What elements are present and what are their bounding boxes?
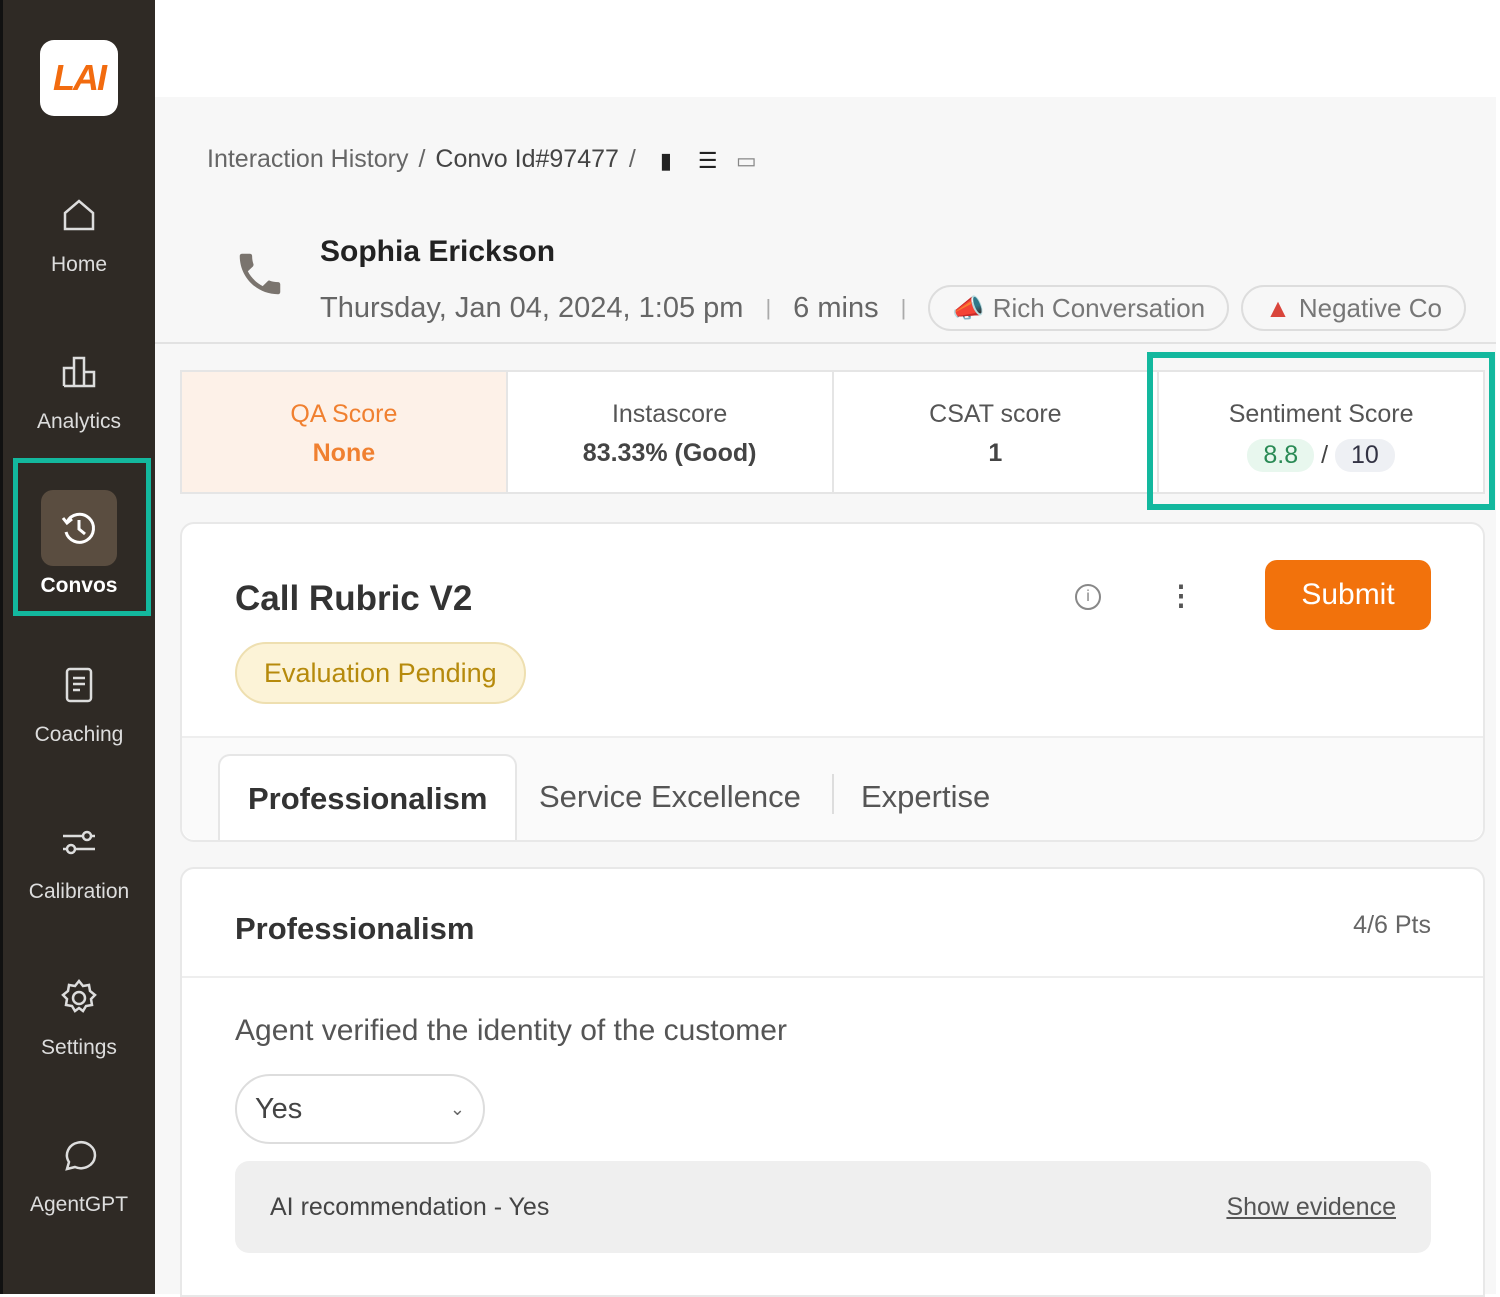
divider	[832, 774, 834, 814]
file-icon[interactable]: ▮	[660, 148, 682, 173]
csat-score-label: CSAT score	[929, 400, 1062, 428]
answer-select[interactable]: Yes ⌄	[235, 1074, 485, 1144]
phone-icon	[239, 253, 281, 295]
home-icon	[63, 199, 95, 231]
qa-score-value: None	[312, 439, 376, 467]
info-icon[interactable]: i	[1075, 584, 1101, 610]
rubric-card: Call Rubric V2 Evaluation Pending i ⋮ Su…	[180, 522, 1485, 842]
conversation-meta: Thursday, Jan 04, 2024, 1:05 pm | 6 mins…	[320, 285, 1478, 331]
tag-negative[interactable]: ▲ Negative Co	[1241, 285, 1466, 331]
breadcrumb-convo-id: Convo Id#97477	[435, 145, 619, 173]
tag-label: Negative Co	[1298, 292, 1442, 323]
gear-icon	[61, 978, 97, 1013]
instascore-label: Instascore	[611, 400, 728, 428]
submit-button[interactable]: Submit	[1265, 560, 1431, 630]
divider: |	[900, 295, 907, 320]
instascore: Instascore 83.33% (Good)	[508, 372, 834, 492]
qa-score: QA Score None	[182, 372, 508, 492]
tag-label: Rich Conversation	[992, 292, 1206, 323]
sidebar-item-analytics[interactable]: Analytics	[3, 352, 155, 434]
breadcrumb-separator: /	[628, 145, 636, 173]
question-text: Agent verified the identity of the custo…	[235, 1014, 787, 1047]
section-title: Professionalism	[235, 911, 475, 946]
conversation-datetime: Thursday, Jan 04, 2024, 1:05 pm	[320, 291, 744, 324]
breadcrumb: Interaction History / Convo Id#97477 / ▮…	[207, 145, 758, 174]
section-points: 4/6 Pts	[1353, 911, 1431, 939]
conversation-duration: 6 mins	[793, 291, 879, 324]
show-evidence-link[interactable]: Show evidence	[1226, 1193, 1396, 1222]
sidebar: LAI Home Analytics Convos Coaching Calib…	[0, 0, 155, 1294]
highlight-box	[1147, 352, 1495, 510]
sidebar-item-label: Home	[50, 253, 108, 276]
sidebar-item-label: Coaching	[34, 723, 124, 746]
sidebar-item-agentgpt[interactable]: AgentGPT	[3, 1135, 155, 1217]
file-share-icon[interactable]: ▭	[736, 148, 758, 173]
tab-professionalism[interactable]: Professionalism	[218, 754, 518, 840]
main-content: Interaction History / Convo Id#97477 / ▮…	[155, 97, 1496, 1297]
ai-recommendation-text: AI recommendation - Yes	[270, 1192, 550, 1221]
document-icon	[65, 667, 93, 703]
sidebar-item-label: Analytics	[36, 410, 122, 433]
highlight-box	[13, 458, 151, 616]
section-card: Professionalism 4/6 Pts Agent verified t…	[180, 867, 1485, 1297]
divider	[182, 976, 1483, 978]
sidebar-item-calibration[interactable]: Calibration	[3, 822, 155, 904]
csat-score: CSAT score 1	[834, 372, 1160, 492]
qa-score-label: QA Score	[290, 400, 398, 428]
contact-name: Sophia Erickson	[320, 235, 556, 268]
breadcrumb-interaction-history[interactable]: Interaction History	[207, 145, 408, 174]
status-badge: Evaluation Pending	[235, 642, 526, 704]
answer-value: Yes	[255, 1092, 303, 1125]
ai-recommendation: AI recommendation - Yes Show evidence	[235, 1161, 1431, 1253]
rubric-tabs: Professionalism Service Excellence Exper…	[182, 736, 1483, 840]
divider	[155, 342, 1496, 344]
sidebar-item-settings[interactable]: Settings	[3, 978, 155, 1060]
tab-expertise[interactable]: Expertise	[861, 754, 990, 840]
list-icon[interactable]: ☰	[698, 148, 720, 173]
megaphone-icon: 📣	[952, 292, 985, 323]
sidebar-item-label: Settings	[41, 1036, 117, 1059]
rubric-title: Call Rubric V2	[235, 579, 473, 618]
sidebar-item-home[interactable]: Home	[3, 195, 155, 277]
divider: |	[765, 295, 772, 320]
chat-icon	[65, 1141, 97, 1171]
tab-service-excellence[interactable]: Service Excellence	[539, 754, 801, 840]
bar-chart-icon	[62, 356, 96, 388]
sidebar-item-label: AgentGPT	[29, 1193, 129, 1216]
sidebar-item-coaching[interactable]: Coaching	[3, 665, 155, 747]
chevron-down-icon: ⌄	[449, 1098, 465, 1119]
sliders-icon	[63, 830, 95, 855]
logo: LAI	[40, 40, 118, 116]
csat-score-value: 1	[988, 439, 1003, 467]
breadcrumb-separator: /	[418, 145, 426, 173]
instascore-value: 83.33% (Good)	[582, 439, 757, 467]
tag-rich-conversation[interactable]: 📣 Rich Conversation	[928, 285, 1230, 331]
warning-icon: ▲	[1265, 292, 1291, 323]
more-options-icon[interactable]: ⋮	[1167, 579, 1195, 612]
sidebar-item-label: Calibration	[28, 880, 130, 903]
